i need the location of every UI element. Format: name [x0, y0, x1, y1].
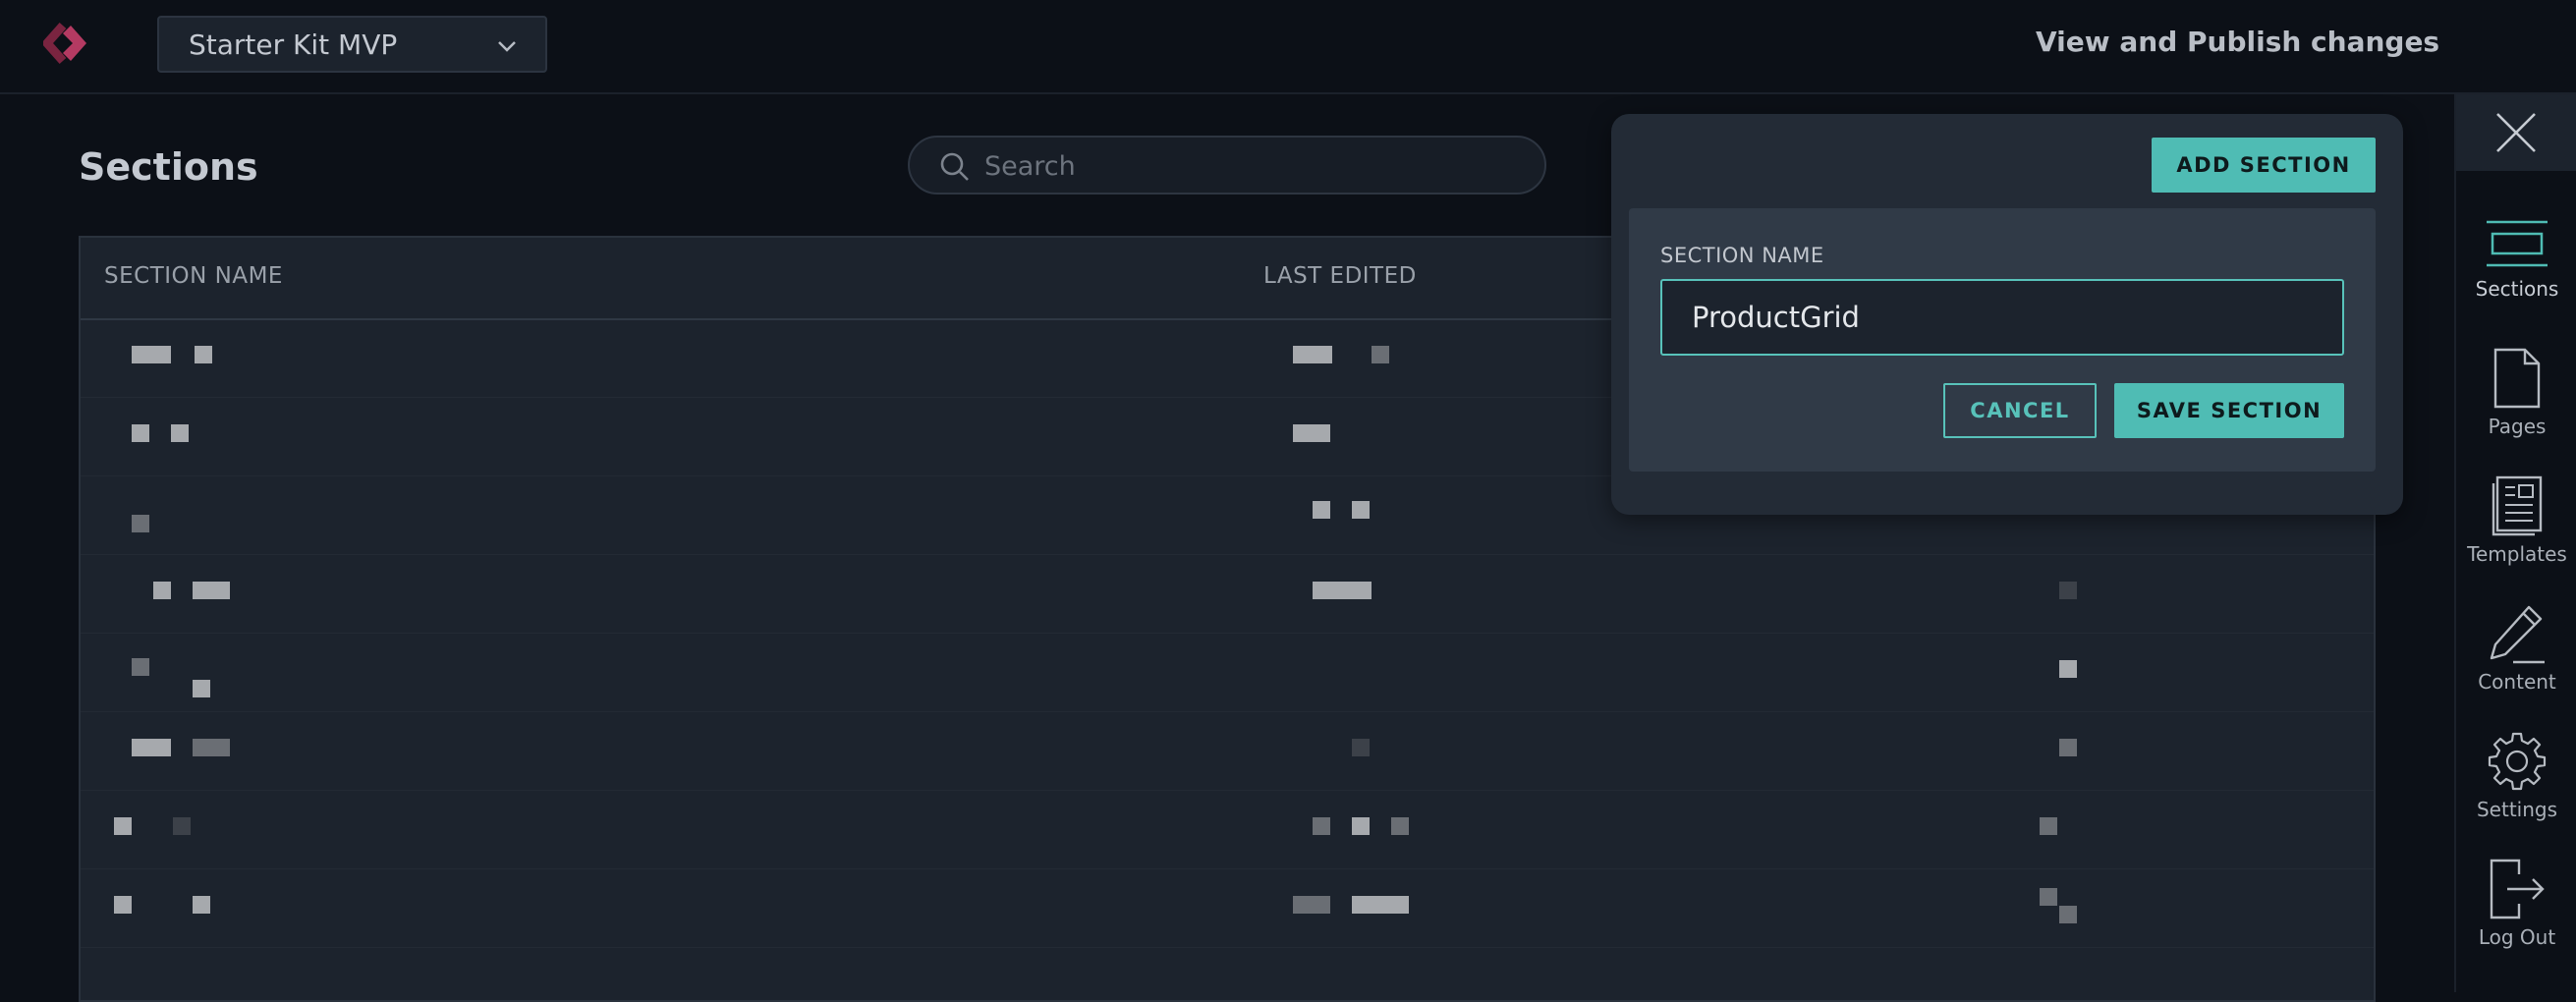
project-select[interactable]: Starter Kit MVP — [157, 16, 547, 73]
search-box[interactable] — [908, 136, 1546, 195]
section-form: SECTION NAME CANCEL SAVE SECTION — [1629, 208, 2376, 472]
sidebar-item-label: Settings — [2476, 798, 2558, 821]
sidebar-item-pages[interactable]: Pages — [2456, 348, 2576, 456]
pencil-icon — [2490, 605, 2545, 664]
close-icon — [2496, 113, 2536, 152]
table-row[interactable] — [81, 868, 2374, 948]
table-row[interactable] — [81, 554, 2374, 634]
project-select-label: Starter Kit MVP — [189, 28, 398, 61]
view-publish-link[interactable]: View and Publish changes — [2036, 26, 2439, 58]
sidebar-item-content[interactable]: Content — [2456, 603, 2576, 711]
sections-icon — [2487, 220, 2548, 267]
column-header-section-name[interactable]: SECTION NAME — [104, 263, 283, 289]
sidebar-item-label: Content — [2478, 670, 2556, 694]
table-row[interactable] — [81, 711, 2374, 791]
section-name-label: SECTION NAME — [1660, 244, 1824, 267]
table-row[interactable] — [81, 790, 2374, 869]
logout-icon — [2490, 859, 2545, 919]
logo-icon[interactable] — [43, 16, 98, 71]
section-name-input[interactable] — [1660, 279, 2344, 356]
close-button[interactable] — [2456, 94, 2576, 171]
right-sidebar: Sections Pages Templates Content Setting… — [2454, 94, 2576, 992]
column-header-last-edited[interactable]: LAST EDITED — [1263, 263, 1417, 289]
gear-icon — [2488, 732, 2547, 791]
save-section-button[interactable]: SAVE SECTION — [2114, 383, 2344, 438]
cancel-button[interactable]: CANCEL — [1943, 383, 2097, 438]
sidebar-item-label: Log Out — [2478, 925, 2556, 949]
sidebar-item-label: Templates — [2467, 542, 2567, 566]
search-input[interactable] — [982, 145, 1517, 187]
sidebar-item-label: Sections — [2475, 277, 2559, 301]
sidebar-item-templates[interactable]: Templates — [2456, 475, 2576, 584]
page-icon — [2493, 348, 2541, 409]
add-section-button[interactable]: ADD SECTION — [2152, 138, 2376, 193]
sidebar-item-label: Pages — [2488, 415, 2547, 438]
add-section-popover: ADD SECTION SECTION NAME CANCEL SAVE SEC… — [1611, 114, 2403, 515]
table-row[interactable] — [81, 633, 2374, 712]
sidebar-item-logout[interactable]: Log Out — [2456, 859, 2576, 967]
sidebar-item-settings[interactable]: Settings — [2456, 731, 2576, 839]
sidebar-item-sections[interactable]: Sections — [2456, 220, 2576, 328]
page-title: Sections — [79, 145, 258, 189]
top-bar: Starter Kit MVP View and Publish changes — [0, 0, 2576, 94]
search-icon — [940, 152, 969, 181]
chevron-down-icon — [498, 41, 516, 52]
templates-icon — [2492, 475, 2543, 536]
